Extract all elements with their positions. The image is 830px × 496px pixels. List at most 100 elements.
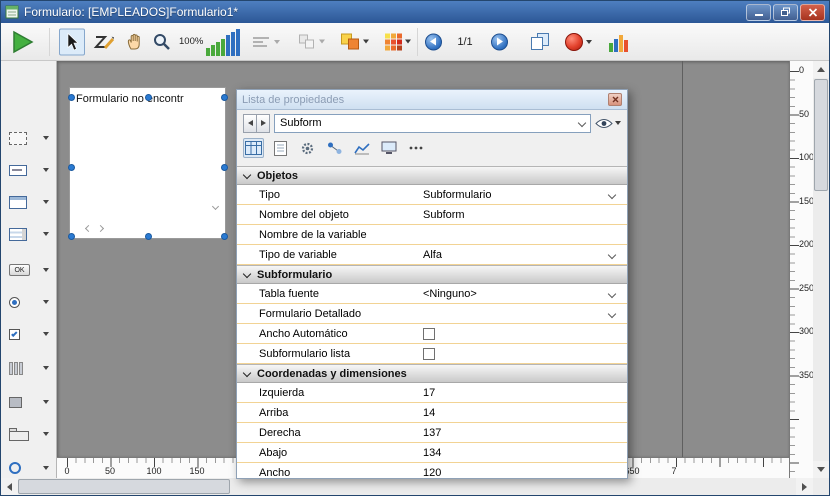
delete-button[interactable] [565,33,592,51]
entry-order-tool-button[interactable] [93,33,115,51]
move-tool-button[interactable] [125,32,145,52]
subform-placeholder-text: Formulario no encontr [76,93,219,105]
prop-label: Arriba [237,407,417,419]
zoom-level-control[interactable]: 100% [179,28,240,56]
scroll-up-button[interactable] [813,61,829,78]
view-options-button[interactable] [595,118,621,129]
next-page-button[interactable] [491,33,508,50]
prop-value-text[interactable]: 134 [417,443,627,462]
tool-dropdown-arrow[interactable] [43,432,49,436]
prop-row-nombre-objeto: Nombre del objeto Subform [237,205,627,225]
tab-actions[interactable] [297,138,318,158]
select-area-tool[interactable] [6,125,52,151]
object-selector-dropdown[interactable]: Subform [274,114,591,133]
scroll-area-tool[interactable] [6,221,52,247]
prop-value: 137 [423,427,441,439]
palette-titlebar[interactable]: Lista de propiedades [237,90,627,110]
checkbox[interactable] [423,348,435,360]
prop-value: Subform [423,209,465,221]
prop-value-text[interactable]: Subform [417,205,627,224]
tab-more[interactable] [405,138,426,158]
tool-dropdown-arrow[interactable] [43,232,49,236]
line-chart-icon [354,142,370,155]
rectangle-tool[interactable] [6,389,52,415]
close-button[interactable] [800,4,825,21]
scroll-left-button[interactable] [1,478,18,495]
section-header-objetos[interactable]: Objetos [237,166,627,185]
previous-page-button[interactable] [425,33,442,50]
scroll-down-button[interactable] [813,461,829,478]
prop-value-text[interactable]: 14 [417,403,627,422]
checkbox-tool[interactable] [6,321,52,347]
prop-value-dropdown[interactable]: <Ninguno> [417,284,627,303]
prop-row-derecha: Derecha 137 [237,423,627,443]
prop-value: 17 [423,387,435,399]
tool-dropdown-arrow[interactable] [43,168,49,172]
chart-button[interactable] [609,32,628,52]
tool-dropdown-arrow[interactable] [43,200,49,204]
chevron-right-icon [97,225,104,232]
run-form-button[interactable] [9,29,35,55]
prop-value: Alfa [423,249,442,261]
tool-dropdown-arrow[interactable] [43,466,49,470]
splitter-tool[interactable] [6,355,52,381]
zoom-level-label: 100% [179,36,203,47]
button-tool[interactable]: OK [6,257,52,283]
tab-appearance[interactable] [378,138,399,158]
hand-icon [125,32,145,52]
fill-color-button[interactable] [341,33,369,50]
subform-object[interactable]: Formulario no encontr [69,87,226,239]
distribute-menu-button[interactable] [299,34,325,49]
color-palette-button[interactable] [385,33,411,50]
tab-all-properties[interactable] [243,138,264,158]
next-object-button[interactable] [256,114,270,133]
section-header-subformulario[interactable]: Subformulario [237,265,627,284]
previous-object-button[interactable] [243,114,257,133]
tool-dropdown-arrow[interactable] [43,136,49,140]
vertical-scrollbar[interactable] [813,61,829,478]
prop-row-formulario-detallado: Formulario Detallado [237,304,627,324]
subform-vscroll-arrow [213,196,218,214]
titlebar[interactable]: Formulario: [EMPLEADOS]Formulario1* [1,1,829,23]
restore-button[interactable] [773,4,798,21]
arrow-left-icon [425,33,442,50]
listbox-tool[interactable] [6,189,52,215]
prop-row-subformulario-lista: Subformulario lista [237,344,627,364]
tool-dropdown-arrow[interactable] [43,400,49,404]
scroll-right-button[interactable] [796,478,813,495]
tool-dropdown-arrow[interactable] [43,300,49,304]
prop-value-text[interactable] [417,225,627,244]
horizontal-scrollbar[interactable] [1,478,813,495]
horizontal-scroll-thumb[interactable] [18,479,230,494]
prop-value-text[interactable]: 137 [417,423,627,442]
vertical-scroll-thumb[interactable] [814,79,828,191]
ruler-number: 7 [671,466,676,476]
prop-row-ancho-automatico: Ancho Automático [237,324,627,344]
prop-row-abajo: Abajo 134 [237,443,627,463]
tab-control-tool[interactable] [6,421,52,447]
prop-value-dropdown[interactable]: Subformulario [417,185,627,204]
tab-events[interactable] [351,138,372,158]
prop-value-text[interactable]: 17 [417,383,627,402]
tool-dropdown-arrow[interactable] [43,366,49,370]
radio-button-tool[interactable] [6,289,52,315]
tab-data-source[interactable] [324,138,345,158]
tool-dropdown-arrow[interactable] [43,268,49,272]
checkbox[interactable] [423,328,435,340]
input-field-tool[interactable] [6,157,52,183]
prop-value-text[interactable]: 120 [417,463,627,478]
prop-value-dropdown[interactable] [417,304,627,323]
tool-dropdown-arrow[interactable] [43,332,49,336]
pointer-tool-button[interactable] [59,28,85,55]
vertical-ruler: 0 50 100 150 200 250 300 350 [789,61,813,478]
prop-value-dropdown[interactable]: Alfa [417,245,627,264]
display-pages-button[interactable] [531,33,550,51]
minimize-button[interactable] [746,4,771,21]
prop-row-tabla-fuente: Tabla fuente <Ninguno> [237,284,627,304]
align-menu-button[interactable] [253,35,280,49]
prop-label: Nombre de la variable [237,229,417,241]
section-header-coordenadas[interactable]: Coordenadas y dimensiones [237,364,627,383]
zoom-tool-button[interactable] [153,33,171,51]
tab-form[interactable] [270,138,291,158]
palette-close-button[interactable] [608,93,622,106]
